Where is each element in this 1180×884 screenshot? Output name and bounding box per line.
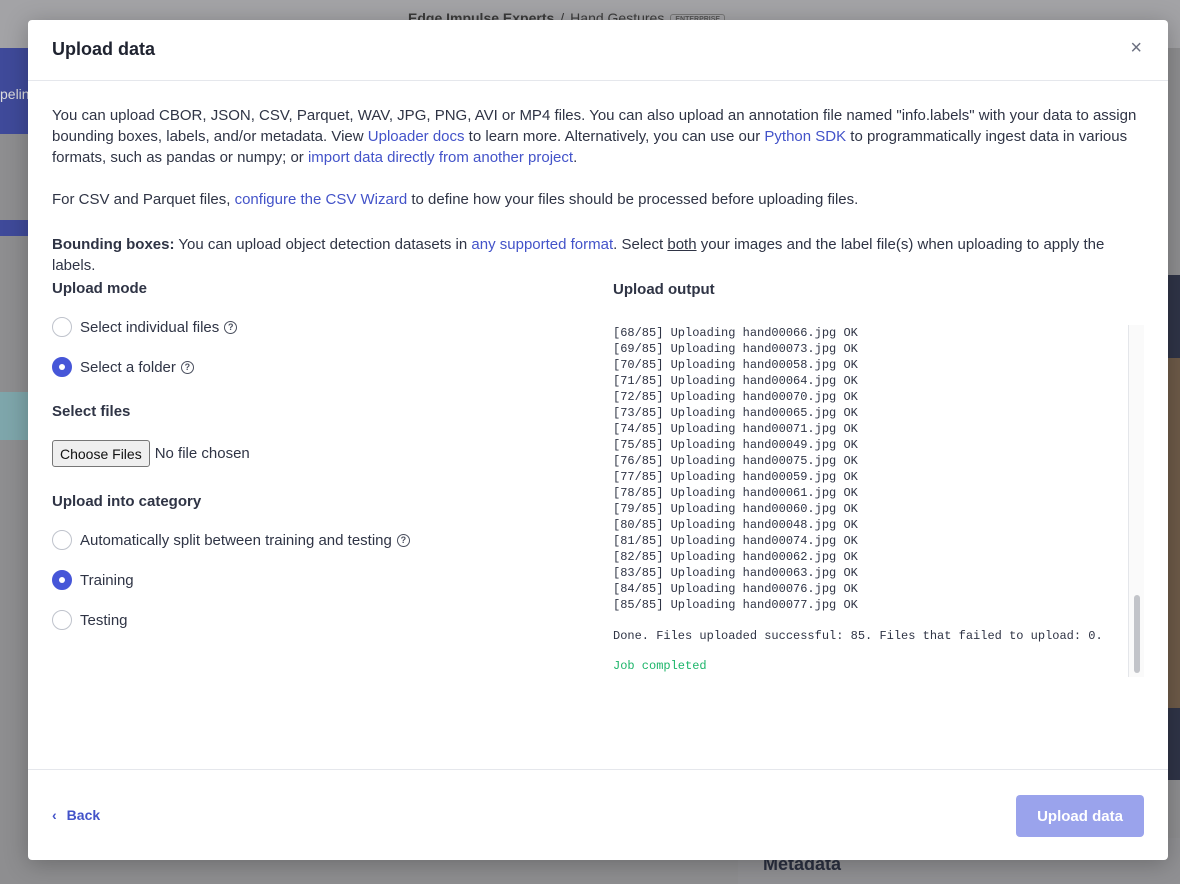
log-line: [82/85] Uploading hand00062.jpg OK	[613, 550, 858, 564]
log-line: [69/85] Uploading hand00073.jpg OK	[613, 342, 858, 356]
radio-button[interactable]	[52, 317, 72, 337]
intro-text-2: to learn more. Alternatively, you can us…	[464, 128, 765, 145]
upload-output-label: Upload output	[613, 281, 715, 298]
chevron-left-icon: ‹	[52, 807, 57, 823]
modal-body: You can upload CBOR, JSON, CSV, Parquet,…	[52, 105, 1144, 297]
bounding-boxes-label: Bounding boxes:	[52, 236, 175, 253]
job-status: Job completed	[613, 659, 707, 673]
bbox-text-2: . Select	[613, 236, 668, 253]
bounding-boxes-paragraph: Bounding boxes: You can upload object de…	[52, 234, 1144, 276]
log-line: [85/85] Uploading hand00077.jpg OK	[613, 598, 858, 612]
log-line: [84/85] Uploading hand00076.jpg OK	[613, 582, 858, 596]
preview-image	[1168, 358, 1180, 708]
radio-button[interactable]	[52, 530, 72, 550]
side-nav-selected-row	[0, 392, 28, 440]
select-files-label: Select files	[52, 403, 131, 420]
log-line: [80/85] Uploading hand00048.jpg OK	[613, 518, 858, 532]
csv-paragraph: For CSV and Parquet files, configure the…	[52, 189, 1144, 210]
upload-output-column: Upload output [68/85] Uploading hand0006…	[613, 280, 1144, 677]
radio-training[interactable]: Training	[52, 570, 572, 590]
log-lines: [68/85] Uploading hand00066.jpg OK [69/85…	[613, 325, 1144, 613]
upload-output-log[interactable]: [68/85] Uploading hand00066.jpg OK [69/85…	[613, 325, 1144, 677]
radio-label: Select a folder	[80, 358, 176, 376]
radio-button-checked[interactable]	[52, 357, 72, 377]
close-icon[interactable]: ×	[1130, 38, 1142, 58]
csv-text-2: to define how your files should be proce…	[407, 191, 859, 208]
log-line: [83/85] Uploading hand00063.jpg OK	[613, 566, 858, 580]
bbox-text-1: You can upload object detection datasets…	[174, 236, 472, 253]
intro-text-4: .	[573, 149, 578, 166]
log-line: [76/85] Uploading hand00075.jpg OK	[613, 454, 858, 468]
log-line: [71/85] Uploading hand00064.jpg OK	[613, 374, 858, 388]
radio-button-checked[interactable]	[52, 570, 72, 590]
log-line: [77/85] Uploading hand00059.jpg OK	[613, 470, 858, 484]
log-scrollbar-thumb[interactable]	[1134, 595, 1140, 673]
radio-label: Training	[80, 571, 134, 589]
intro-paragraph: You can upload CBOR, JSON, CSV, Parquet,…	[52, 105, 1144, 168]
log-line: [70/85] Uploading hand00058.jpg OK	[613, 358, 858, 372]
log-scrollbar[interactable]	[1128, 325, 1144, 677]
log-line: [73/85] Uploading hand00065.jpg OK	[613, 406, 858, 420]
uploader-docs-link[interactable]: Uploader docs	[368, 128, 465, 145]
back-button[interactable]: ‹ Back	[52, 807, 100, 823]
log-line: [74/85] Uploading hand00071.jpg OK	[613, 422, 858, 436]
supported-format-link[interactable]: any supported format	[471, 236, 613, 253]
log-line: [81/85] Uploading hand00074.jpg OK	[613, 534, 858, 548]
upload-options-column: Upload mode Select individual files ? Se…	[52, 280, 572, 630]
question-circle-icon[interactable]: ?	[180, 360, 194, 374]
file-status: No file chosen	[154, 445, 250, 462]
app-side-nav: pelin	[0, 48, 28, 134]
question-circle-icon[interactable]: ?	[224, 320, 238, 334]
log-summary: Done. Files uploaded successful: 85. Fil…	[613, 629, 1103, 643]
upload-mode-label: Upload mode	[52, 280, 148, 297]
radio-label: Testing	[80, 611, 128, 629]
choose-files-button[interactable]: Choose Files	[52, 440, 150, 467]
log-line: [68/85] Uploading hand00066.jpg OK	[613, 326, 858, 340]
modal-title: Upload data	[52, 39, 156, 59]
upload-category-label: Upload into category	[52, 493, 202, 510]
csv-wizard-link[interactable]: configure the CSV Wizard	[235, 191, 408, 208]
upload-data-modal: Upload data × You can upload CBOR, JSON,…	[28, 20, 1168, 860]
python-sdk-link[interactable]: Python SDK	[764, 128, 846, 145]
csv-text-1: For CSV and Parquet files,	[52, 191, 235, 208]
log-line: [72/85] Uploading hand00070.jpg OK	[613, 390, 858, 404]
both-emphasis: both	[667, 236, 697, 253]
import-project-link[interactable]: import data directly from another projec…	[308, 149, 573, 166]
question-circle-icon[interactable]: ?	[396, 533, 410, 547]
radio-testing[interactable]: Testing	[52, 610, 572, 630]
modal-footer: ‹ Back Upload data	[28, 769, 1168, 860]
file-picker: Choose Files No file chosen	[52, 440, 572, 467]
upload-data-button[interactable]: Upload data	[1016, 795, 1144, 837]
radio-button[interactable]	[52, 610, 72, 630]
side-nav-strip	[0, 220, 28, 236]
radio-select-individual-files[interactable]: Select individual files ?	[52, 317, 572, 337]
log-line: [79/85] Uploading hand00060.jpg OK	[613, 502, 858, 516]
radio-auto-split[interactable]: Automatically split between training and…	[52, 530, 572, 550]
log-line: [78/85] Uploading hand00061.jpg OK	[613, 486, 858, 500]
radio-label: Select individual files	[80, 318, 220, 336]
side-nav-label: pelin	[0, 86, 28, 102]
modal-header: Upload data ×	[28, 20, 1168, 81]
radio-select-folder[interactable]: Select a folder ?	[52, 357, 572, 377]
log-line: [75/85] Uploading hand00049.jpg OK	[613, 438, 858, 452]
back-label: Back	[66, 807, 101, 823]
radio-label: Automatically split between training and…	[80, 531, 392, 549]
